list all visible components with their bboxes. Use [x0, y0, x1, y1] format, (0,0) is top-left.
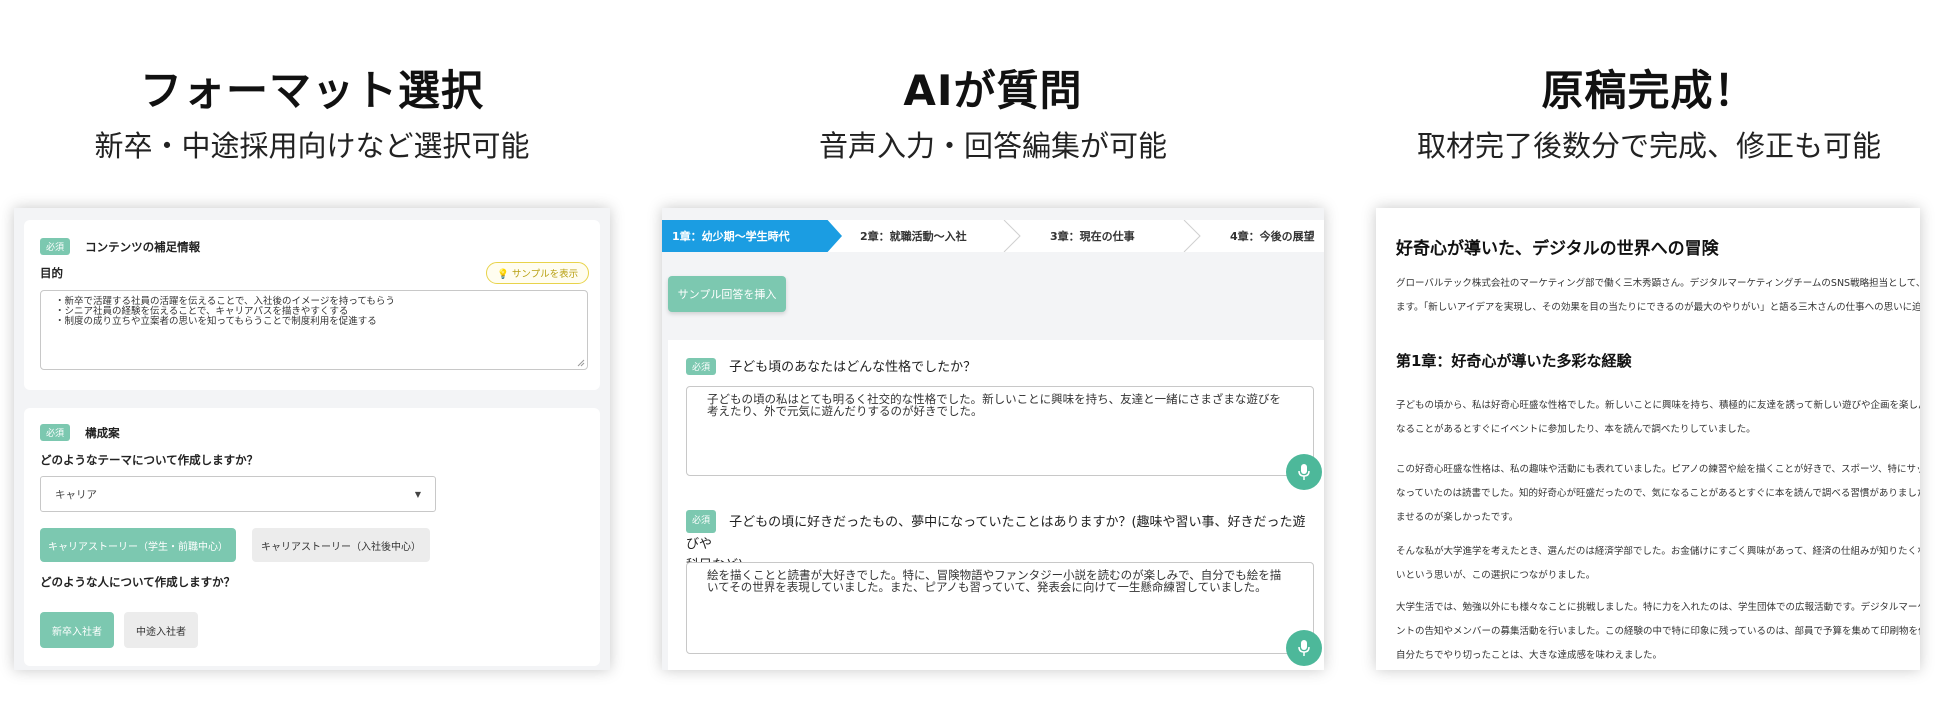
column-header-ai: AIが質問 音声入力・回答編集が可能 [693, 64, 1293, 166]
column-header-complete: 原稿完成！ 取材完了後数分で完成、修正も可能 [1349, 64, 1949, 166]
article-line: グローバルテック株式会社のマーケティング部で働く三木秀顕さん。デジタルマーケティ… [1396, 278, 1920, 289]
format-selection-screenshot: 必須 コンテンツの補足情報 目的 💡 サンプルを表示 ・新卒で活躍する社員の活躍… [14, 208, 610, 670]
lightbulb-icon: 💡 [497, 269, 509, 280]
purpose-label: 目的 [40, 266, 63, 280]
card-title: コンテンツの補足情報 [85, 239, 201, 254]
person-question: どのような人について作成しますか？ [40, 575, 236, 589]
show-sample-button[interactable]: 💡 サンプルを表示 [486, 262, 590, 284]
resize-handle-icon[interactable] [577, 359, 585, 367]
article-line: そんな私が大学進学を考えたとき、選んだのは経済学部でした。お金儲けにすごく興味が… [1396, 546, 1920, 557]
card-title: 構成案 [85, 425, 120, 440]
article-paragraph: 大学生活では、勉強以外にも様々なことに挑戦しました。特に力を入れたのは、学生団体… [1396, 596, 1920, 668]
purpose-textarea[interactable]: ・新卒で活躍する社員の活躍を伝えることで、入社後のイメージを持ってもらう ・シニ… [40, 290, 588, 370]
article-paragraph: そんな私が大学進学を考えたとき、選んだのは経済学部でした。お金儲けにすごく興味が… [1396, 540, 1920, 588]
supplementary-info-card: 必須 コンテンツの補足情報 目的 💡 サンプルを表示 ・新卒で活躍する社員の活躍… [24, 220, 600, 390]
purpose-line: ・制度の成り立ちや立案者の思いを知ってもらうことで制度利用を促進する [55, 316, 377, 327]
theme-question: どのようなテーマについて作成しますか？ [40, 453, 259, 467]
question-text: 子どもの頃に好きだったもの、夢中になっていたことはありますか？(趣味や習い事、好… [686, 515, 1306, 552]
question-text: 子ども頃のあなたはどんな性格でしたか？ [729, 360, 977, 375]
theme-select[interactable]: キャリア ▼ [40, 476, 436, 512]
required-badge: 必須 [686, 358, 717, 375]
required-badge: 必須 [686, 510, 717, 533]
required-badge: 必須 [40, 238, 71, 255]
column-subtitle: 音声入力・回答編集が可能 [818, 129, 1167, 163]
qa-area: 必須 子ども頃のあなたはどんな性格でしたか？ 子どもの頃の私はとても明るく社交的… [668, 340, 1324, 670]
article-paragraph: この好奇心旺盛な性格は、私の趣味や活動にも表れていました。ピアノの練習や絵を描く… [1396, 458, 1920, 530]
mic-button[interactable] [1286, 454, 1322, 490]
structure-card: 必須 構成案 どのようなテーマについて作成しますか？ キャリア ▼ キャリアスト… [24, 408, 600, 666]
question-1: 必須 子ども頃のあなたはどんな性格でしたか？ [686, 356, 976, 375]
mic-button[interactable] [1286, 630, 1322, 666]
article-line: 大学生活では、勉強以外にも様々なことに挑戦しました。特に力を入れたのは、学生団体… [1396, 602, 1920, 613]
column-subtitle: 新卒・中途採用向けなど選択可能 [94, 129, 530, 163]
answer-2-textarea[interactable]: 絵を描くことと読書が大好きでした。特に、冒険物語やファンタジー小説を読むのが楽し… [686, 562, 1314, 654]
step-separator-icon [1003, 220, 1021, 252]
article-paragraph: 子どもの頃から、私は好奇心旺盛な性格でした。新しいことに興味を持ち、積極的に友達… [1396, 394, 1920, 442]
show-sample-label: サンプルを表示 [511, 269, 579, 280]
column-header-format: フォーマット選択 新卒・中途採用向けなど選択可能 [12, 64, 612, 166]
article-line: ませるのが楽しかったです。 [1396, 512, 1519, 523]
article-title: 好奇心が導いた、デジタルの世界への冒険 [1396, 239, 1719, 259]
article-line: いという思いが、この選択につながりました。 [1396, 570, 1596, 581]
required-badge: 必須 [40, 424, 71, 441]
theme-option-student[interactable]: キャリアストーリー（学生・前職中心） [40, 528, 236, 562]
article-line: この好奇心旺盛な性格は、私の趣味や活動にも表れていました。ピアノの練習や絵を描く… [1396, 464, 1920, 475]
chapter-heading: 第1章：好奇心が導いた多彩な経験 [1396, 352, 1632, 370]
answer-1-textarea[interactable]: 子どもの頃の私はとても明るく社交的な性格でした。新しいことに興味を持ち、友達と一… [686, 386, 1314, 476]
caret-down-icon: ▼ [414, 489, 421, 499]
article-line: ントの告知やメンバーの募集活動を行いました。この経験の中で特に印象に残っているの… [1396, 626, 1920, 637]
insert-sample-answer-button[interactable]: サンプル回答を挿入 [668, 276, 786, 312]
article-line: 自分たちでやり切ったことは、大きな達成感を味わえました。 [1396, 650, 1663, 661]
column-title: フォーマット選択 [139, 66, 484, 115]
article-line: なることがあるとすぐにイベントに参加したり、本を読んで調べたりしていました。 [1396, 424, 1756, 435]
step-chapter-4[interactable]: 4章：今後の展望 [1220, 220, 1324, 252]
column-title: AIが質問 [903, 66, 1083, 115]
article-intro: グローバルテック株式会社のマーケティング部で働く三木秀顕さん。デジタルマーケティ… [1396, 272, 1920, 320]
article-line: 子どもの頃から、私は好奇心旺盛な性格でした。新しいことに興味を持ち、積極的に友達… [1396, 400, 1920, 411]
theme-select-value: キャリア [55, 488, 97, 501]
chapter-steps: 1章：幼少期〜学生時代 2章：就職活動〜入社 3章：現在の仕事 4章：今後の展望 [662, 220, 1324, 252]
finished-article-screenshot: 好奇心が導いた、デジタルの世界への冒険 グローバルテック株式会社のマーケティング… [1376, 208, 1920, 670]
answer-line: 考えたり、外で元気に遊んだりするのが好きでした。 [707, 404, 983, 418]
column-title: 原稿完成！ [1541, 66, 1757, 115]
person-option-new-grad[interactable]: 新卒入社者 [40, 612, 114, 648]
person-option-mid-career[interactable]: 中途入社者 [124, 612, 198, 648]
microphone-icon [1298, 640, 1310, 656]
article-line: なっていたのは読書でした。知的好奇心が旺盛だったので、気になることがあるとすぐに… [1396, 488, 1920, 499]
answer-line: いてその世界を表現していました。また、ピアノも習っていて、発表会に向けて一生懸命… [707, 580, 1267, 594]
ai-interview-screenshot: 1章：幼少期〜学生時代 2章：就職活動〜入社 3章：現在の仕事 4章：今後の展望… [662, 208, 1324, 670]
step-separator-icon [1183, 220, 1201, 252]
article-line: ます。「新しいアイデアを実現し、その効果を目の当たりにできるのが最大のやりがい」… [1396, 302, 1920, 313]
column-subtitle: 取材完了後数分で完成、修正も可能 [1416, 129, 1881, 163]
step-chapter-1[interactable]: 1章：幼少期〜学生時代 [662, 220, 842, 252]
microphone-icon [1298, 464, 1310, 480]
step-chapter-2[interactable]: 2章：就職活動〜入社 [850, 220, 1020, 252]
theme-option-after-joining[interactable]: キャリアストーリー（入社後中心） [252, 528, 430, 562]
